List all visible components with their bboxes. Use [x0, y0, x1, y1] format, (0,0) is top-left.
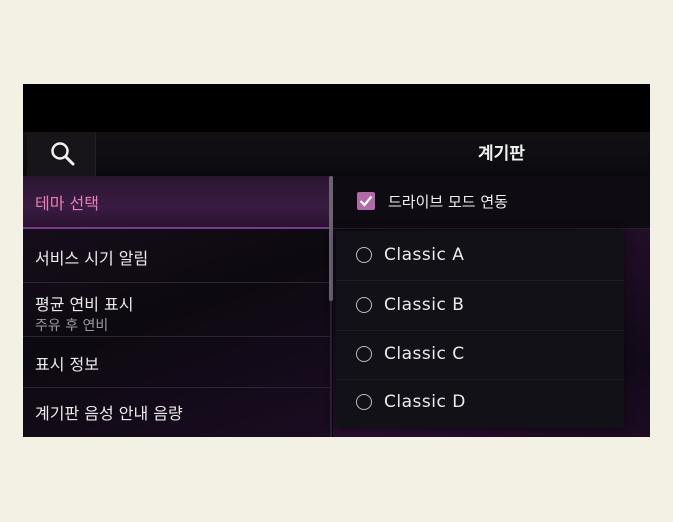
search-button[interactable]: [27, 132, 96, 176]
theme-option-label: Classic B: [384, 295, 465, 315]
theme-option-label: Classic C: [384, 344, 465, 364]
menu-item-display-info[interactable]: 표시 정보: [23, 337, 330, 388]
theme-option-label: Classic D: [384, 392, 466, 412]
status-bar: [23, 84, 650, 132]
theme-option-label: Classic A: [384, 245, 465, 265]
search-icon: [51, 142, 75, 166]
theme-option-classic-d[interactable]: Classic D: [336, 378, 624, 427]
menu-item-label: 표시 정보: [35, 355, 99, 374]
menu-item-sublabel: 주유 후 연비: [35, 318, 109, 334]
drive-mode-checkbox[interactable]: [357, 192, 375, 210]
menu-item-service-reminder[interactable]: 서비스 시기 알림: [23, 229, 330, 283]
checkmark-icon: [359, 195, 373, 207]
radio-icon: [356, 297, 372, 313]
menu-item-label: 테마 선택: [35, 194, 99, 213]
menu-item-theme-select[interactable]: 테마 선택: [23, 176, 330, 229]
drive-mode-label: 드라이브 모드 연동: [388, 193, 508, 211]
menu-item-average-fuel-economy[interactable]: 평균 연비 표시 주유 후 연비: [23, 283, 330, 337]
radio-icon: [356, 394, 372, 410]
radio-icon: [356, 346, 372, 362]
page-title: 계기판: [478, 144, 525, 164]
theme-option-classic-c[interactable]: Classic C: [336, 330, 624, 380]
drive-mode-link-row[interactable]: 드라이브 모드 연동: [333, 176, 650, 229]
menu-item-label: 평균 연비 표시: [35, 295, 134, 314]
theme-option-classic-b[interactable]: Classic B: [336, 281, 624, 331]
header-bar: 계기판: [23, 132, 650, 177]
menu-item-label: 계기판 음성 안내 음량: [35, 404, 183, 423]
theme-option-list: Classic A Classic B Classic C Classic D: [336, 231, 624, 428]
theme-option-classic-a[interactable]: Classic A: [336, 231, 624, 281]
menu-item-label: 서비스 시기 알림: [35, 249, 149, 268]
menu-item-voice-guidance-volume[interactable]: 계기판 음성 안내 음량: [23, 388, 330, 437]
radio-icon: [356, 247, 372, 263]
infotainment-screen: 계기판 테마 선택 서비스 시기 알림 평균 연비 표시 주유 후 연비 표시 …: [23, 84, 650, 437]
settings-menu: 테마 선택 서비스 시기 알림 평균 연비 표시 주유 후 연비 표시 정보 계…: [23, 176, 330, 437]
